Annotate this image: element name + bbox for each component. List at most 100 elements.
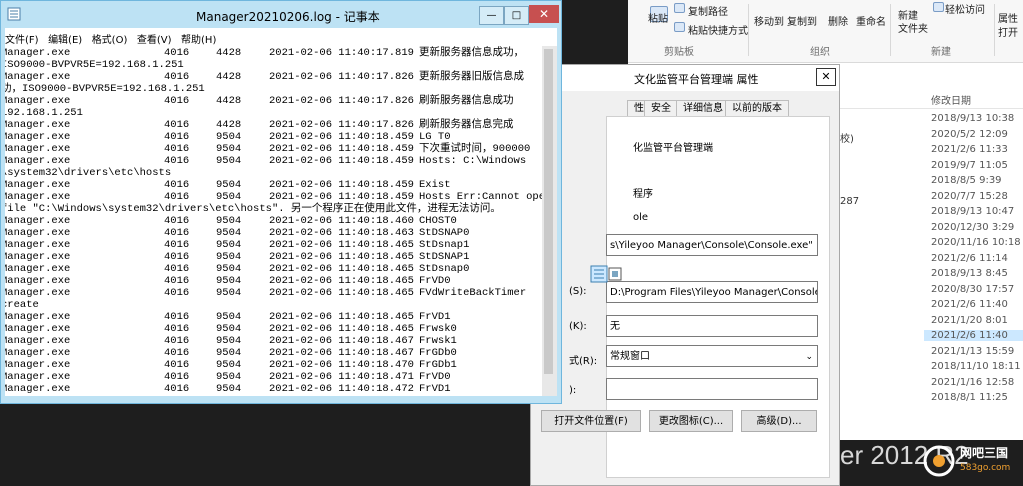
copy-to-button[interactable]: 复制到 <box>787 13 817 28</box>
run-mode-select[interactable]: 常规窗口 ⌄ <box>606 345 818 367</box>
log-message: 下次重试时间，900000 <box>419 143 531 155</box>
log-pid: 4016 <box>164 143 190 155</box>
menu-file[interactable]: 文件(F) <box>5 28 45 46</box>
start-in-field[interactable]: D:\Program Files\Yileyoo Manager\Console… <box>606 281 818 303</box>
scrollbar-thumb[interactable] <box>544 49 553 374</box>
log-process: \system32\drivers\etc\hosts <box>5 167 172 179</box>
file-date-cell[interactable]: 2018/9/13 8:45 <box>931 268 1008 279</box>
log-timestamp: 2021-02-06 11:40:17.826 <box>269 95 414 107</box>
file-date-cell[interactable]: 2020/7/7 15:28 <box>931 191 1008 202</box>
view-toggle[interactable] <box>590 265 624 283</box>
file-date-cell[interactable]: 2020/12/30 3:29 <box>931 222 1014 233</box>
file-date-cell[interactable]: 2021/1/13 15:59 <box>931 346 1014 357</box>
file-date-cell[interactable]: 2021/1/20 8:01 <box>931 315 1008 326</box>
minimize-icon[interactable]: — <box>479 6 504 25</box>
delete-button[interactable]: 删除 <box>828 13 848 28</box>
open-file-location-button[interactable]: 打开文件位置(F) <box>541 410 641 432</box>
details-view-icon[interactable] <box>590 265 624 283</box>
paste-button[interactable]: 粘贴 <box>648 10 668 25</box>
open-button[interactable]: 打开 <box>998 24 1018 39</box>
log-process: create <box>5 299 39 311</box>
location-label: ole <box>633 212 649 223</box>
tab-previous-versions[interactable]: 以前的版本 <box>725 100 789 117</box>
log-pid: 4016 <box>164 179 190 191</box>
log-timestamp: 2021-02-06 11:40:17.826 <box>269 119 414 131</box>
shortcut-key-label: (K): <box>569 321 587 332</box>
log-process: ISO9000-BVPVR5E=192.168.1.251 <box>5 59 184 71</box>
log-tid: 9504 <box>216 347 242 359</box>
file-date-cell[interactable]: 2021/1/16 12:58 <box>931 377 1014 388</box>
menu-edit[interactable]: 编辑(E) <box>48 28 88 46</box>
maximize-icon[interactable]: □ <box>504 6 529 25</box>
move-to-button[interactable]: 移动到 <box>754 13 784 28</box>
log-tid: 4428 <box>216 119 242 131</box>
file-date-cell[interactable]: 2021/2/6 11:40 <box>924 330 1023 341</box>
tab-security[interactable]: 安全 <box>644 100 678 117</box>
log-tid: 9504 <box>216 335 242 347</box>
file-date-cell[interactable]: 2021/2/6 11:33 <box>931 144 1008 155</box>
notepad-titlebar[interactable]: Manager20210206.log - 记事本 — □ ✕ <box>1 1 561 28</box>
menu-view[interactable]: 查看(V) <box>137 28 178 46</box>
easy-access-button[interactable]: 轻松访问 <box>945 1 985 16</box>
file-date-cell[interactable]: 2018/8/1 11:25 <box>931 392 1008 403</box>
comment-label: ): <box>569 385 577 396</box>
menu-format[interactable]: 格式(O) <box>92 28 134 46</box>
log-message: FrGDb1 <box>419 359 457 371</box>
paste-shortcut-button[interactable]: 粘贴快捷方式 <box>688 22 748 37</box>
new-folder-button[interactable]: 新建 文件夹 <box>898 10 928 36</box>
column-header-modified[interactable]: 修改日期 <box>931 92 971 107</box>
properties-titlebar[interactable]: 文化监管平台管理端 属性 ✕ <box>531 65 839 91</box>
log-pid: 4016 <box>164 239 190 251</box>
file-date-cell[interactable]: 2018/9/13 10:38 <box>931 113 1014 124</box>
target-field[interactable]: s\Yileyoo Manager\Console\Console.exe" <box>606 234 818 256</box>
copy-path-icon <box>674 3 685 13</box>
group-clipboard-label: 剪贴板 <box>664 47 694 58</box>
log-message: FrVD0 <box>419 371 451 383</box>
tab-details[interactable]: 详细信息 <box>676 100 730 117</box>
properties-button[interactable]: 属性 <box>998 10 1018 25</box>
log-message: 更新服务器信息成功， <box>419 47 524 59</box>
file-date-cell[interactable]: 2021/2/6 11:14 <box>931 253 1008 264</box>
log-message: FVdWriteBackTimer <box>419 287 527 299</box>
file-date-cell[interactable]: 2020/5/2 12:09 <box>931 129 1008 140</box>
log-tid: 9504 <box>216 227 242 239</box>
explorer-ribbon: 粘贴 复制路径 粘贴快捷方式 剪贴板 移动到 复制到 删除 重命名 组织 新建 … <box>628 0 1023 63</box>
advanced-button[interactable]: 高级(D)... <box>741 410 817 432</box>
log-tid: 9504 <box>216 191 242 203</box>
log-message: FrVD0 <box>419 275 451 287</box>
rename-button[interactable]: 重命名 <box>856 13 886 28</box>
log-message: CHOST0 <box>419 215 457 227</box>
run-mode-label: 式(R): <box>569 356 598 367</box>
log-tid: 9504 <box>216 215 242 227</box>
log-process: Manager.exe <box>5 155 71 167</box>
log-process: Manager.exe <box>5 227 71 239</box>
copy-path-button[interactable]: 复制路径 <box>688 3 728 18</box>
comment-field[interactable] <box>606 378 818 400</box>
log-process: Manager.exe <box>5 311 71 323</box>
log-timestamp: 2021-02-06 11:40:18.459 <box>269 155 414 167</box>
properties-title: 文化监管平台管理端 属性 <box>634 73 759 86</box>
log-timestamp: 2021-02-06 11:40:18.463 <box>269 227 414 239</box>
type-label: 程序 <box>633 189 653 200</box>
close-icon[interactable]: ✕ <box>816 68 836 86</box>
file-date-cell[interactable]: 2021/2/6 11:40 <box>931 299 1008 310</box>
shortcut-key-field[interactable]: 无 <box>606 315 818 337</box>
file-date-cell[interactable]: 2020/11/16 10:18 <box>931 237 1021 248</box>
group-organize-label: 组织 <box>810 47 830 58</box>
log-pid: 4016 <box>164 335 190 347</box>
log-tid: 4428 <box>216 71 242 83</box>
change-icon-button[interactable]: 更改图标(C)... <box>649 410 733 432</box>
file-date-cell[interactable]: 2020/8/30 17:57 <box>931 284 1014 295</box>
log-pid: 4016 <box>164 263 190 275</box>
notepad-text-area[interactable]: Manager.exe 4016 4428 2021-02-06 11:40:17.8… <box>5 46 542 396</box>
file-date-cell[interactable]: 2018/9/13 10:47 <box>931 206 1014 217</box>
log-process: Manager.exe <box>5 287 71 299</box>
watermark-name: 网吧三国 <box>960 446 1009 460</box>
log-process: Manager.exe <box>5 119 71 131</box>
file-date-cell[interactable]: 2019/9/7 11:05 <box>931 160 1008 171</box>
close-icon[interactable]: ✕ <box>529 5 559 23</box>
file-date-cell[interactable]: 2018/11/10 18:11 <box>931 361 1021 372</box>
log-message: Frwsk0 <box>419 323 457 335</box>
file-date-cell[interactable]: 2018/8/5 9:39 <box>931 175 1002 186</box>
menu-help[interactable]: 帮助(H) <box>181 28 222 46</box>
